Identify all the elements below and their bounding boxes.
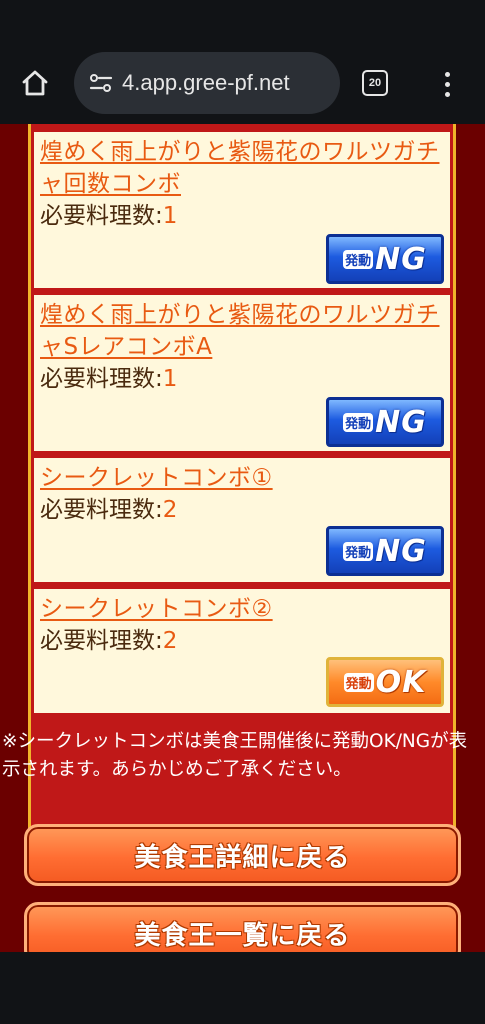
back-to-gourmet-king-list-button[interactable]: 美食王一覧に戻る: [24, 902, 461, 952]
site-settings-icon[interactable]: [88, 70, 114, 96]
home-icon: [22, 70, 48, 96]
combo-title-link[interactable]: 煌めく雨上がりと紫陽花のワルツガチャSレアコンボA: [40, 299, 444, 363]
url-text: 4.app.gree-pf.net: [122, 70, 290, 95]
required-dishes-label: 必要料理数:: [40, 366, 163, 392]
activation-label: 発動: [343, 541, 374, 561]
kebab-dot-icon: [444, 71, 450, 77]
combo-card: シークレットコンボ② 必要料理数: 2 発動 OK: [34, 589, 450, 713]
required-dishes-value: 1: [162, 366, 178, 392]
combo-card: 煌めく雨上がりと紫陽花のワルツガチャSレアコンボA 必要料理数: 1 発動 NG: [34, 295, 450, 451]
combo-title-link[interactable]: シークレットコンボ①: [40, 462, 444, 494]
required-dishes-label: 必要料理数:: [40, 628, 163, 654]
required-dishes-label: 必要料理数:: [40, 203, 163, 229]
activation-ng-badge: 発動 NG: [326, 526, 444, 576]
kebab-dot-icon: [444, 91, 450, 97]
back-to-gourmet-king-detail-button[interactable]: 美食王詳細に戻る: [24, 824, 461, 886]
combo-title-link[interactable]: 煌めく雨上がりと紫陽花のワルツガチャ回数コンボ: [40, 136, 444, 200]
tab-count: 20: [368, 77, 382, 89]
tab-switcher-button[interactable]: 20: [362, 70, 388, 96]
activation-status: NG: [375, 241, 427, 277]
kebab-dot-icon: [444, 81, 450, 87]
activation-status: NG: [375, 533, 427, 569]
required-dishes-value: 2: [162, 628, 178, 654]
activation-status: NG: [375, 404, 427, 440]
combo-title-link[interactable]: シークレットコンボ②: [40, 593, 444, 625]
required-dishes: 必要料理数: 1: [40, 363, 444, 395]
required-dishes-value: 1: [162, 203, 178, 229]
combo-card: 煌めく雨上がりと紫陽花のワルツガチャ回数コンボ 必要料理数: 1 発動 NG: [34, 132, 450, 288]
activation-label: 発動: [343, 412, 374, 432]
required-dishes-label: 必要料理数:: [40, 497, 163, 523]
activation-ng-badge: 発動 NG: [326, 397, 444, 447]
required-dishes: 必要料理数: 2: [40, 494, 444, 526]
status-bar: [0, 0, 485, 42]
browser-toolbar: 4.app.gree-pf.net 20: [0, 42, 485, 124]
activation-ng-badge: 発動 NG: [326, 234, 444, 284]
required-dishes: 必要料理数: 1: [40, 200, 444, 232]
secret-combo-note: ※シークレットコンボは美食王開催後に発動OK/NGが表示されます。あらかじめご了…: [2, 731, 468, 780]
system-navigation-bar: [0, 952, 485, 1024]
home-button[interactable]: [14, 62, 56, 104]
page-content: 煌めく雨上がりと紫陽花のワルツガチャ回数コンボ 必要料理数: 1 発動 NG 煌…: [0, 124, 485, 952]
more-menu-button[interactable]: [432, 64, 462, 104]
combo-card: シークレットコンボ① 必要料理数: 2 発動 NG: [34, 458, 450, 582]
activation-status: OK: [375, 664, 427, 700]
activation-label: 発動: [343, 249, 374, 269]
activation-ok-badge: 発動 OK: [326, 657, 444, 707]
address-bar[interactable]: 4.app.gree-pf.net: [74, 52, 340, 114]
required-dishes: 必要料理数: 2: [40, 625, 444, 657]
required-dishes-value: 2: [162, 497, 178, 523]
activation-label: 発動: [343, 672, 374, 692]
